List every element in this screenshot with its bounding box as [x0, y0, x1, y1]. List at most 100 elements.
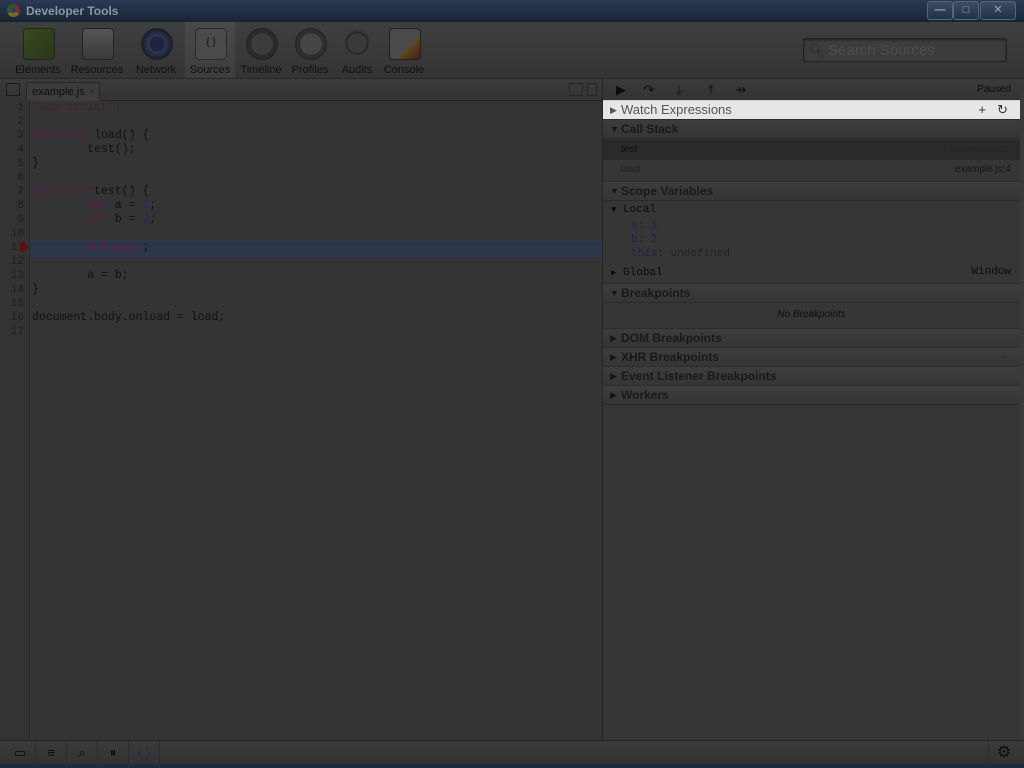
line-number-gutter[interactable]: 1 2 3 4 5 6 7 8 9 10 11 12 13 14 15 16 17 — [0, 100, 30, 740]
workers-header[interactable]: ▶ Workers — [603, 385, 1020, 405]
debugger-toggle-icon[interactable] — [587, 83, 597, 96]
tab-label: Profiles — [291, 64, 329, 76]
code-line[interactable]: debugger; — [32, 241, 149, 255]
section-title: Call Stack — [621, 122, 679, 136]
console-toggle-button[interactable]: ≡ — [36, 741, 67, 765]
dock-button[interactable]: ▭ — [5, 741, 36, 765]
line-number[interactable]: 10 — [0, 227, 24, 241]
search-box[interactable]: 🔍︎ — [803, 38, 1007, 62]
line-number[interactable]: 2 — [0, 115, 24, 129]
section-title: Workers — [621, 388, 669, 402]
step-into-button[interactable]: ⤓ — [665, 81, 693, 98]
editor-layout-icon[interactable] — [569, 83, 583, 96]
tab-console[interactable]: Console — [381, 22, 427, 78]
code-line[interactable]: test(); — [32, 143, 135, 157]
line-number[interactable]: 9 — [0, 213, 24, 227]
scope-variable[interactable]: this: undefined — [631, 248, 730, 260]
tab-elements[interactable]: Elements — [12, 22, 64, 78]
local-scope-toggle[interactable]: ▼ Local — [611, 204, 656, 216]
search-input[interactable] — [826, 40, 1005, 60]
deactivate-breakpoints-button[interactable]: ⇸ — [727, 81, 755, 98]
line-number[interactable]: 13 — [0, 269, 24, 283]
code-line[interactable]: 'use strict'; — [32, 101, 122, 115]
line-number[interactable]: 17 — [0, 325, 24, 339]
close-tab-icon[interactable]: × — [89, 87, 95, 98]
line-number[interactable]: 15 — [0, 297, 24, 311]
breakpoints-header[interactable]: ▼ Breakpoints — [603, 283, 1020, 303]
refresh-watch-icon[interactable]: ↻ — [997, 101, 1008, 119]
code-line[interactable]: var a = 1; — [32, 199, 156, 213]
global-scope-value: Window — [971, 266, 1011, 278]
maximize-button[interactable]: □ — [953, 1, 979, 20]
watch-expressions-header[interactable]: ▶ Watch Expressions + ↻ — [603, 100, 1020, 120]
code-line[interactable]: } — [32, 283, 39, 297]
call-frame-item[interactable]: load example.js:4 — [603, 160, 1020, 180]
search-icon: ⌕ — [78, 745, 86, 760]
scope-variable[interactable]: a: 1 — [631, 220, 657, 232]
frame-location[interactable]: example.js:4 — [955, 160, 1011, 180]
pretty-print-icon: {} — [136, 746, 152, 760]
line-number[interactable]: 14 — [0, 283, 24, 297]
scope-variable[interactable]: b: 2 — [631, 234, 657, 246]
step-into-icon: ⤓ — [676, 82, 682, 97]
code-line[interactable]: function load() { — [32, 129, 149, 143]
navigator-toggle-icon[interactable] — [6, 83, 20, 96]
expanded-triangle-icon: ▼ — [610, 186, 619, 196]
tab-example-js[interactable]: example.js × — [26, 82, 101, 101]
add-watch-icon[interactable]: + — [978, 101, 986, 119]
line-number[interactable]: 12 — [0, 255, 24, 269]
code-line[interactable]: } — [32, 157, 39, 171]
code-token: function — [32, 129, 88, 142]
pretty-print-button[interactable]: {} — [129, 741, 160, 765]
pause-on-exceptions-button[interactable]: ⏸ — [98, 741, 129, 765]
code-token: var — [87, 213, 108, 226]
code-token: 'use strict'; — [32, 101, 122, 114]
step-out-button[interactable]: ⤒ — [697, 81, 725, 98]
tab-resources[interactable]: Resources — [68, 22, 126, 78]
event-listener-breakpoints-header[interactable]: ▶ Event Listener Breakpoints — [603, 366, 1020, 386]
line-number[interactable]: 1 — [0, 101, 24, 115]
call-frame-item[interactable]: test example.js:11 — [603, 140, 1020, 160]
section-title: Breakpoints — [621, 286, 691, 300]
xhr-breakpoints-header[interactable]: ▶ XHR Breakpoints + — [603, 347, 1020, 367]
settings-button[interactable]: ⚙ — [988, 741, 1019, 765]
global-scope-toggle[interactable]: ▶ Global — [611, 267, 663, 279]
resources-icon — [82, 28, 114, 60]
code-line[interactable]: var b = 2; — [32, 213, 156, 227]
line-number[interactable]: 7 — [0, 185, 24, 199]
line-number[interactable]: 16 — [0, 311, 24, 325]
tab-profiles[interactable]: Profiles — [288, 22, 332, 78]
resume-button[interactable]: ▶ — [607, 81, 635, 98]
add-xhr-breakpoint-icon[interactable]: + — [1000, 348, 1008, 366]
tab-audits[interactable]: Audits — [336, 22, 378, 78]
tab-network[interactable]: Network — [132, 22, 180, 78]
code-line[interactable]: document.body.onload = load; — [32, 311, 225, 325]
call-stack-header[interactable]: ▼ Call Stack — [603, 119, 1020, 139]
code-token: a = b; — [32, 269, 129, 282]
step-out-icon: ⤒ — [708, 82, 714, 97]
dom-breakpoints-header[interactable]: ▶ DOM Breakpoints — [603, 328, 1020, 348]
line-number[interactable]: 4 — [0, 143, 24, 157]
tab-sources[interactable]: { } Sources — [185, 22, 235, 78]
window-bottom-edge — [0, 764, 1024, 768]
search-button[interactable]: ⌕ — [67, 741, 98, 765]
code-line[interactable]: function test() { — [32, 185, 149, 199]
line-number[interactable]: 3 — [0, 129, 24, 143]
variable-name: a — [631, 220, 638, 232]
gear-icon: ⚙ — [996, 744, 1012, 761]
no-breakpoints-text: No Breakpoints — [777, 309, 846, 320]
code-line[interactable]: a = b; — [32, 269, 129, 283]
audits-icon — [342, 28, 372, 58]
step-over-icon: ↷ — [643, 82, 655, 97]
line-number[interactable]: 5 — [0, 157, 24, 171]
line-number[interactable]: 8 — [0, 199, 24, 213]
minimize-button[interactable]: — — [927, 1, 953, 20]
tab-timeline[interactable]: Timeline — [238, 22, 284, 78]
line-number[interactable]: 6 — [0, 171, 24, 185]
close-window-button[interactable]: ✕ — [980, 1, 1016, 20]
step-over-button[interactable]: ↷ — [635, 81, 663, 98]
frame-location[interactable]: example.js:11 — [950, 140, 1011, 160]
scope-variables-header[interactable]: ▼ Scope Variables — [603, 181, 1020, 201]
collapsed-triangle-icon: ▶ — [610, 105, 617, 115]
